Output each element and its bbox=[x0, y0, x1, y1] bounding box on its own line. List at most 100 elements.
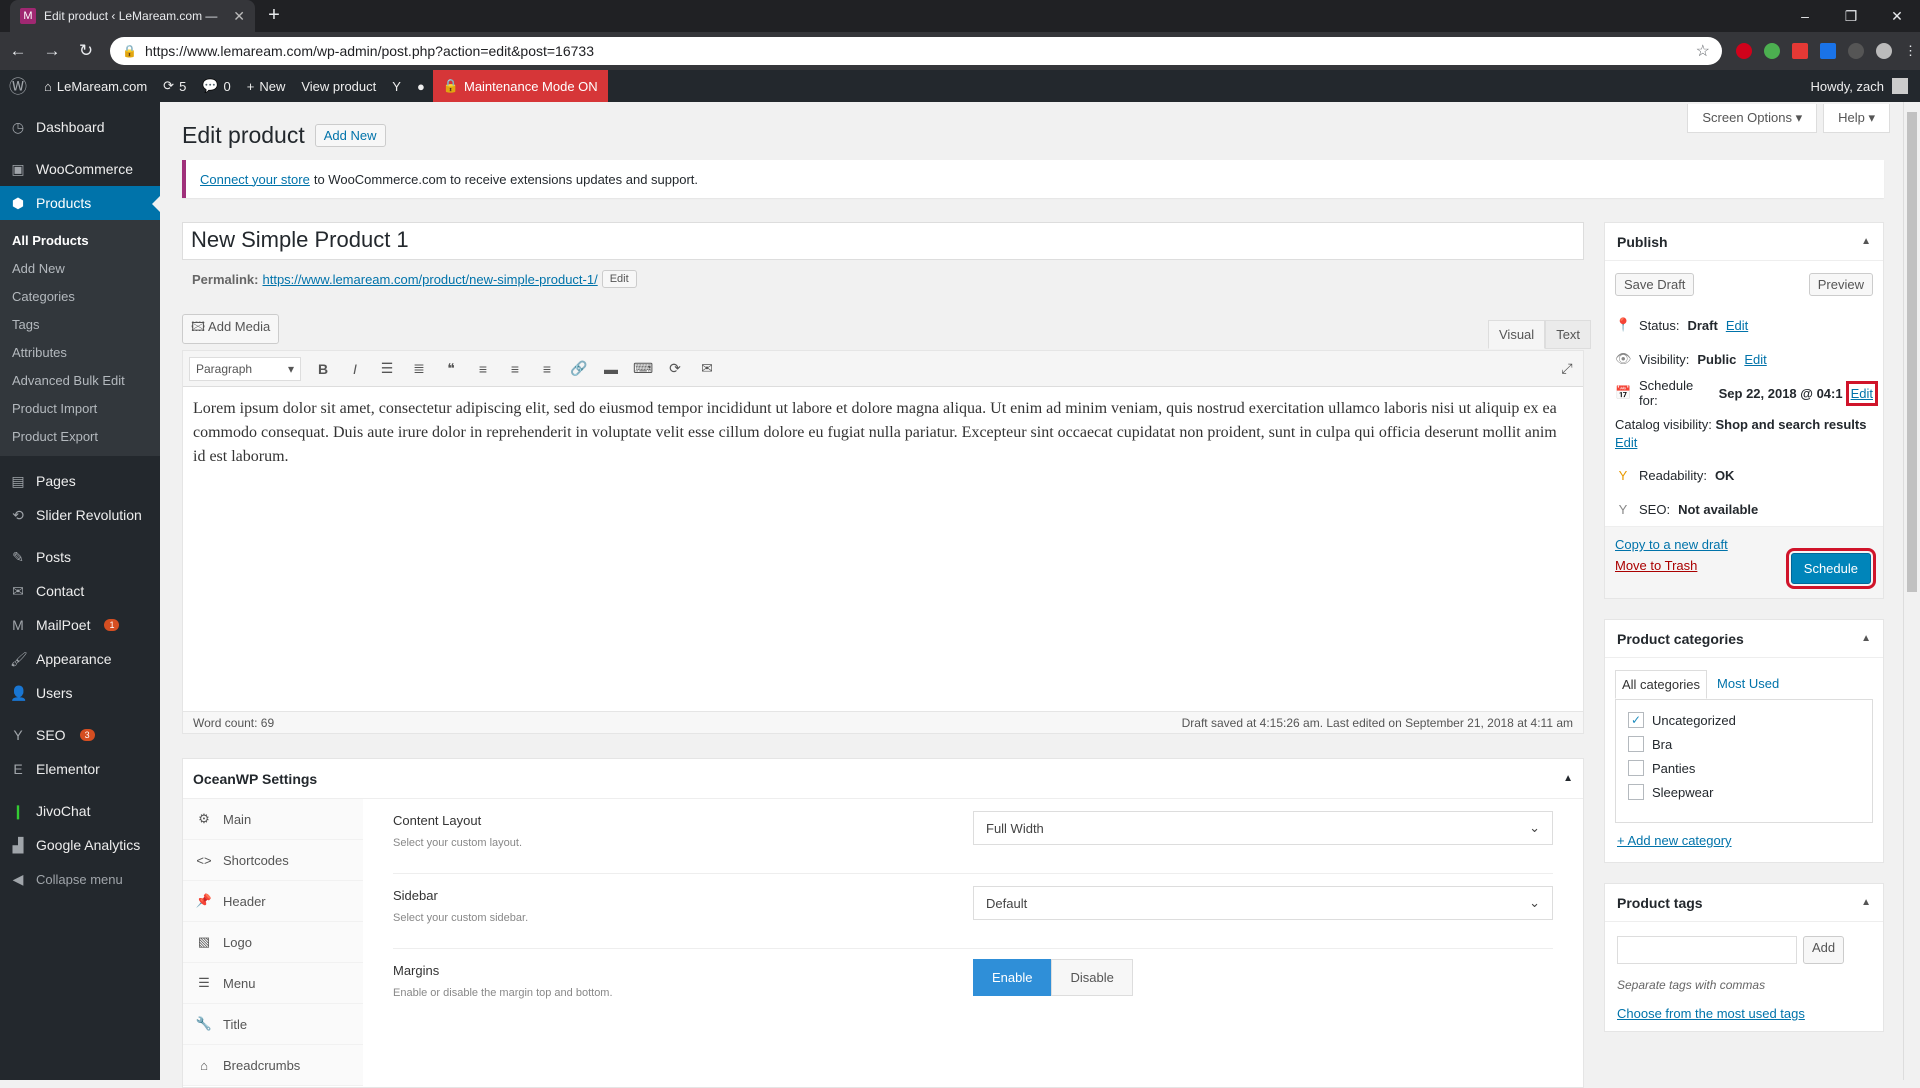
product-title-input[interactable]: New Simple Product 1 bbox=[182, 222, 1584, 260]
back-icon[interactable]: ← bbox=[8, 41, 28, 61]
blockquote-icon[interactable]: ❝ bbox=[441, 360, 461, 377]
sidebar-select[interactable]: Default ⌄ bbox=[973, 886, 1553, 920]
toolbar-toggle-icon[interactable]: ⌨ bbox=[633, 360, 653, 377]
oceanwp-header[interactable]: OceanWP Settings ▲ bbox=[183, 759, 1583, 799]
numbered-list-icon[interactable]: ≣ bbox=[409, 360, 429, 377]
sidebar-item-woocommerce[interactable]: ▣ WooCommerce bbox=[0, 152, 160, 186]
sidebar-item-seo[interactable]: Y SEO 3 bbox=[0, 718, 160, 752]
restore-icon[interactable]: ❐ bbox=[1828, 0, 1874, 32]
tab-most-used[interactable]: Most Used bbox=[1711, 670, 1785, 699]
permalink-link[interactable]: https://www.lemaream.com/product/new-sim… bbox=[262, 272, 597, 287]
sidebar-item-mailpoet[interactable]: M MailPoet 1 bbox=[0, 608, 160, 642]
align-center-icon[interactable]: ≡ bbox=[505, 361, 525, 377]
italic-icon[interactable]: I bbox=[345, 361, 365, 377]
tab-text[interactable]: Text bbox=[1545, 320, 1592, 349]
submenu-advanced-bulk-edit[interactable]: Advanced Bulk Edit bbox=[0, 366, 160, 394]
close-tab-icon[interactable]: ✕ bbox=[233, 8, 245, 25]
categories-header[interactable]: Product categories ▲ bbox=[1605, 620, 1883, 658]
updates-link[interactable]: ⟳ 5 bbox=[155, 70, 194, 102]
content-layout-select[interactable]: Full Width ⌄ bbox=[973, 811, 1553, 845]
disable-button[interactable]: Disable bbox=[1051, 959, 1133, 996]
schedule-edit-link[interactable]: Edit bbox=[1845, 380, 1879, 406]
extension-icon[interactable] bbox=[1736, 43, 1752, 59]
visibility-edit-link[interactable]: Edit bbox=[1744, 352, 1766, 367]
collapse-arrow-icon[interactable]: ▲ bbox=[1563, 773, 1573, 784]
reload-icon[interactable]: ↻ bbox=[76, 41, 96, 61]
extension-icon[interactable] bbox=[1820, 43, 1836, 59]
tags-header[interactable]: Product tags ▲ bbox=[1605, 884, 1883, 922]
tab-visual[interactable]: Visual bbox=[1488, 320, 1546, 349]
tags-input[interactable] bbox=[1617, 936, 1797, 964]
extension-icon[interactable] bbox=[1848, 43, 1864, 59]
add-new-button[interactable]: Add New bbox=[314, 124, 386, 147]
bullet-list-icon[interactable]: ☰ bbox=[377, 360, 397, 377]
oceanwp-tab-shortcodes[interactable]: <> Shortcodes bbox=[183, 840, 363, 881]
user-menu[interactable]: Howdy, zach bbox=[1811, 70, 1908, 102]
copy-draft-link[interactable]: Copy to a new draft bbox=[1615, 537, 1873, 552]
view-product-link[interactable]: View product bbox=[293, 70, 384, 102]
publish-header[interactable]: Publish ▲ bbox=[1605, 223, 1883, 261]
submenu-tags[interactable]: Tags bbox=[0, 310, 160, 338]
sidebar-item-products[interactable]: ⬢ Products bbox=[0, 186, 160, 220]
category-item[interactable]: Bra bbox=[1628, 732, 1860, 756]
sidebar-item-google-analytics[interactable]: ▟ Google Analytics bbox=[0, 828, 160, 862]
collapse-arrow-icon[interactable]: ▲ bbox=[1861, 236, 1871, 247]
new-tab-icon[interactable]: + bbox=[262, 4, 286, 27]
align-right-icon[interactable]: ≡ bbox=[537, 361, 557, 377]
category-item[interactable]: Panties bbox=[1628, 756, 1860, 780]
sidebar-item-posts[interactable]: ✎ Posts bbox=[0, 540, 160, 574]
sidebar-item-jivochat[interactable]: ❙ JivoChat bbox=[0, 794, 160, 828]
bold-icon[interactable]: B bbox=[313, 361, 333, 377]
checkbox-checked[interactable]: ✓ bbox=[1628, 712, 1644, 728]
close-window-icon[interactable]: ✕ bbox=[1874, 0, 1920, 32]
oceanwp-tab-menu[interactable]: ☰ Menu bbox=[183, 963, 363, 1004]
submenu-add-new[interactable]: Add New bbox=[0, 254, 160, 282]
page-scrollbar[interactable] bbox=[1903, 102, 1920, 1080]
sidebar-item-slider-revolution[interactable]: ⟲ Slider Revolution bbox=[0, 498, 160, 532]
connect-store-link[interactable]: Connect your store bbox=[200, 172, 310, 187]
schedule-button[interactable]: Schedule bbox=[1785, 548, 1877, 589]
collapse-arrow-icon[interactable]: ▲ bbox=[1861, 633, 1871, 644]
add-tag-button[interactable]: Add bbox=[1803, 936, 1845, 964]
choose-tags-link[interactable]: Choose from the most used tags bbox=[1617, 1006, 1805, 1021]
oceanwp-tab-title[interactable]: 🔧 Title bbox=[183, 1004, 363, 1045]
read-more-icon[interactable]: ▬ bbox=[601, 361, 621, 377]
browser-tab[interactable]: M Edit product ‹ LeMaream.com — ✕ bbox=[10, 0, 255, 32]
checkbox[interactable] bbox=[1628, 760, 1644, 776]
screen-options-button[interactable]: Screen Options ▾ bbox=[1687, 104, 1818, 133]
oceanwp-tab-logo[interactable]: ▧ Logo bbox=[183, 922, 363, 963]
checkbox[interactable] bbox=[1628, 784, 1644, 800]
forward-icon[interactable]: → bbox=[42, 41, 62, 61]
new-content-link[interactable]: + New bbox=[239, 70, 294, 102]
sidebar-item-appearance[interactable]: 🖌 Appearance bbox=[0, 642, 160, 676]
submenu-all-products[interactable]: All Products bbox=[0, 226, 160, 254]
sidebar-item-dashboard[interactable]: ◷ Dashboard bbox=[0, 110, 160, 144]
submenu-product-export[interactable]: Product Export bbox=[0, 422, 160, 450]
yoast-icon[interactable]: Y bbox=[384, 70, 409, 102]
oceanwp-tab-main[interactable]: ⚙ Main bbox=[183, 799, 363, 840]
collapse-arrow-icon[interactable]: ▲ bbox=[1861, 897, 1871, 908]
sidebar-item-contact[interactable]: ✉ Contact bbox=[0, 574, 160, 608]
comments-link[interactable]: 💬 0 bbox=[194, 70, 238, 102]
maintenance-mode-button[interactable]: 🔒 Maintenance Mode ON bbox=[432, 70, 608, 102]
add-media-button[interactable]: 🖾 Add Media bbox=[182, 314, 280, 344]
collapse-menu-button[interactable]: ◀ Collapse menu bbox=[0, 862, 160, 896]
category-item[interactable]: Sleepwear bbox=[1628, 780, 1860, 804]
preview-button[interactable]: Preview bbox=[1808, 273, 1873, 296]
wordpress-logo-icon[interactable]: Ⓦ bbox=[0, 70, 36, 102]
scrollbar-thumb[interactable] bbox=[1907, 112, 1917, 592]
format-select[interactable]: Paragraph ▾ bbox=[189, 356, 301, 381]
sidebar-item-elementor[interactable]: E Elementor bbox=[0, 752, 160, 786]
extension-icon[interactable] bbox=[1764, 43, 1780, 59]
sync-icon[interactable]: ⟳ bbox=[665, 360, 685, 377]
align-left-icon[interactable]: ≡ bbox=[473, 361, 493, 377]
submenu-attributes[interactable]: Attributes bbox=[0, 338, 160, 366]
browser-menu-icon[interactable]: ⋮ bbox=[1904, 43, 1917, 59]
checkbox[interactable] bbox=[1628, 736, 1644, 752]
help-button[interactable]: Help ▾ bbox=[1823, 104, 1890, 133]
sidebar-item-users[interactable]: 👤 Users bbox=[0, 676, 160, 710]
tab-all-categories[interactable]: All categories bbox=[1615, 670, 1708, 699]
submenu-categories[interactable]: Categories bbox=[0, 282, 160, 310]
permalink-edit-button[interactable]: Edit bbox=[601, 270, 637, 288]
mail-icon[interactable]: ✉ bbox=[697, 360, 717, 377]
